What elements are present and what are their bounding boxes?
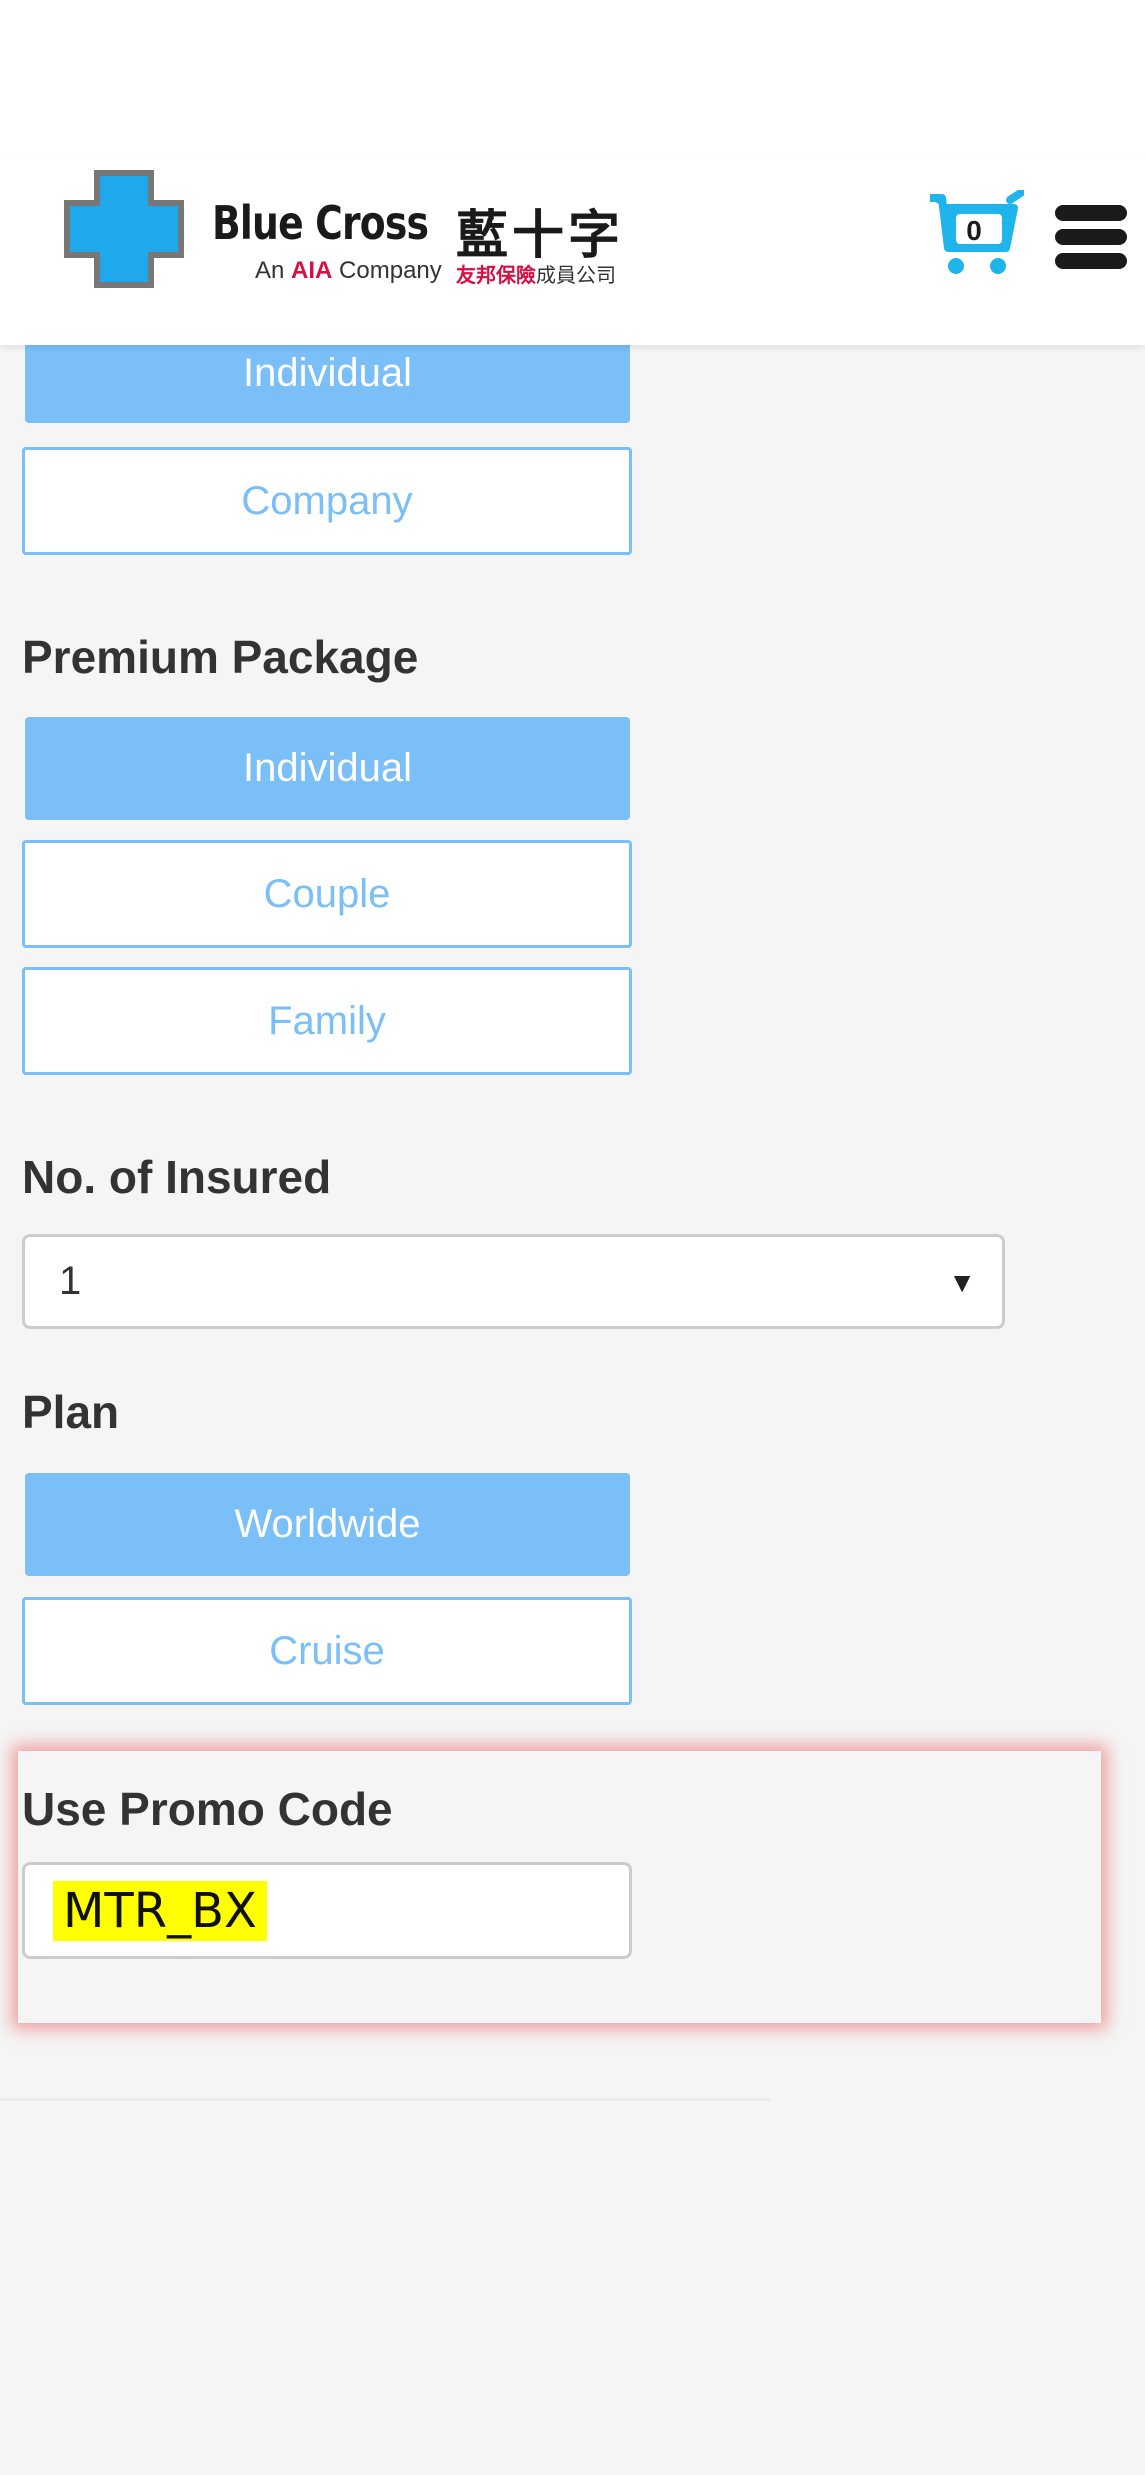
package-couple-button[interactable]: Couple	[22, 840, 632, 948]
plan-worldwide-button[interactable]: Worldwide	[25, 1473, 630, 1576]
logo-tagline-zh-suffix: 成員公司	[536, 263, 616, 287]
applicant-individual-label: Individual	[242, 350, 412, 395]
premium-package-label: Premium Package	[22, 631, 419, 683]
plan-label: Plan	[22, 1386, 120, 1438]
no-of-insured-value: 1	[59, 1259, 82, 1303]
blue-cross-logo-icon[interactable]	[64, 170, 184, 288]
divider	[0, 2098, 770, 2101]
package-family-label: Family	[268, 998, 386, 1043]
logo-tagline: An AIA Company	[255, 257, 442, 285]
logo-tagline-zh: 友邦保險成員公司	[456, 259, 616, 288]
plan-worldwide-label: Worldwide	[234, 1502, 421, 1546]
plan-cruise-button[interactable]: Cruise	[22, 1597, 632, 1705]
hamburger-menu-icon[interactable]	[1055, 205, 1127, 269]
status-bar-area	[0, 0, 1145, 155]
promo-code-input[interactable]: MTR_BX	[22, 1862, 632, 1959]
logo-tagline-suffix: Company	[339, 257, 442, 284]
promo-code-label: Use Promo Code	[22, 1783, 393, 1835]
logo-tagline-prefix: An	[255, 257, 285, 284]
cart-count-badge: 0	[966, 215, 982, 246]
package-individual-label: Individual	[242, 746, 412, 790]
applicant-company-label: Company	[241, 478, 413, 523]
logo-tagline-brand: AIA	[291, 257, 333, 284]
package-couple-label: Couple	[263, 871, 391, 916]
plan-cruise-label: Cruise	[269, 1628, 385, 1673]
no-of-insured-label: No. of Insured	[22, 1151, 332, 1203]
applicant-company-button[interactable]: Company	[22, 447, 632, 555]
no-of-insured-select[interactable]: 1 ▼	[22, 1234, 1005, 1329]
package-individual-button[interactable]: Individual	[25, 717, 630, 820]
logo-tagline-zh-brand: 友邦保險	[456, 263, 536, 287]
chevron-down-icon: ▼	[948, 1267, 976, 1298]
promo-code-value: MTR_BX	[53, 1881, 267, 1941]
package-family-button[interactable]: Family	[22, 967, 632, 1075]
logo-name: Blue Cross	[212, 196, 429, 250]
logo-name-zh: 藍十字	[456, 206, 625, 266]
